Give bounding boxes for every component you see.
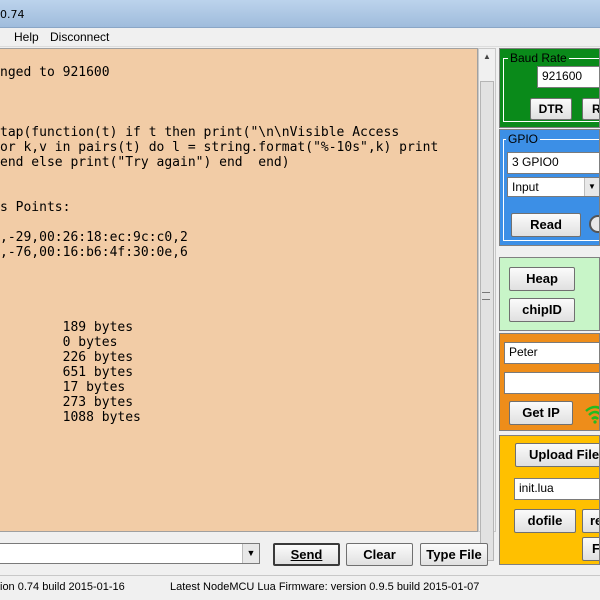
gpio-label: GPIO — [506, 132, 541, 146]
terminal-line: nged to 921600 — [0, 65, 110, 80]
terminal-line: 1088 bytes — [0, 410, 141, 425]
title-bar: 0.74 — [0, 0, 600, 28]
menu-disconnect[interactable]: Disconnect — [50, 30, 109, 44]
terminal-horizontal-scrollbar[interactable] — [0, 532, 478, 540]
app-window: 0.74 Help Disconnect nged to 921600 tap(f… — [0, 0, 600, 600]
terminal-line: tap(function(t) if t then print("\n\nVis… — [0, 125, 400, 140]
command-history-dropdown-icon[interactable]: ▼ — [242, 544, 259, 563]
filename-field[interactable]: init.lua — [514, 478, 599, 500]
window-title: 0.74 — [0, 8, 25, 21]
format-button[interactable]: F — [582, 537, 599, 561]
clear-button[interactable]: Clear — [346, 543, 413, 566]
scroll-thumb[interactable] — [480, 81, 494, 561]
get-ip-button[interactable]: Get IP — [509, 401, 573, 425]
menu-help[interactable]: Help — [14, 30, 39, 44]
wifi-panel: Peter Get IP — [499, 333, 600, 431]
upload-file-button[interactable]: Upload File. — [515, 443, 599, 467]
terminal-line: ,-29,00:26:18:ec:9c:c0,2 — [0, 230, 188, 245]
terminal-line: 273 bytes — [0, 395, 134, 410]
terminal-line: end else print("Try again") end end) — [0, 155, 290, 170]
type-file-button[interactable]: Type File — [420, 543, 488, 566]
dtr-button[interactable]: DTR — [530, 98, 572, 120]
terminal-line: ,-76,00:16:b6:4f:30:0e,6 — [0, 245, 188, 260]
gpio-state-icon — [589, 215, 599, 233]
terminal-line: 651 bytes — [0, 365, 134, 380]
chipid-button[interactable]: chipID — [509, 298, 575, 322]
gpio-panel: GPIO 3 GPIO0 Input ▼ Read — [499, 129, 600, 246]
wifi-icon — [584, 402, 599, 424]
gpio-mode-value: Input — [512, 180, 539, 194]
terminal-line: s Points: — [0, 200, 71, 215]
menu-bar: Help Disconnect — [0, 28, 600, 47]
remove-button[interactable]: re — [582, 509, 599, 533]
file-panel: Upload File. init.lua dofile re F — [499, 435, 600, 565]
heap-panel: Heap chipID — [499, 257, 600, 331]
heap-button[interactable]: Heap — [509, 267, 575, 291]
status-bar: ion 0.74 build 2015-01-16 Latest NodeMCU… — [0, 575, 600, 600]
send-label: Send — [290, 547, 323, 562]
command-input[interactable]: ▼ — [0, 543, 260, 564]
status-version: ion 0.74 build 2015-01-16 — [0, 581, 125, 593]
gpio-pin-field[interactable]: 3 GPIO0 — [507, 152, 599, 174]
gpio-read-button[interactable]: Read — [511, 213, 581, 237]
terminal-vertical-scrollbar[interactable]: ▲ — [478, 48, 496, 561]
ssid-field[interactable]: Peter — [504, 342, 599, 364]
terminal-line: 226 bytes — [0, 350, 134, 365]
baud-rate-field[interactable]: 921600 — [537, 66, 599, 88]
scroll-grip-icon — [482, 292, 490, 300]
terminal-line: 189 bytes — [0, 320, 134, 335]
scroll-up-icon[interactable]: ▲ — [479, 49, 495, 65]
terminal-line: or k,v in pairs(t) do l = string.format(… — [0, 140, 439, 155]
send-button[interactable]: Send — [273, 543, 340, 566]
status-firmware: Latest NodeMCU Lua Firmware: version 0.9… — [170, 581, 480, 593]
baud-rate-panel: Baud Rate 921600 DTR R — [499, 48, 600, 128]
terminal-output[interactable]: nged to 921600 tap(function(t) if t then … — [0, 48, 478, 532]
terminal-line: 0 bytes — [0, 335, 118, 350]
gpio-mode-select[interactable]: Input ▼ — [507, 177, 599, 197]
terminal-line: 17 bytes — [0, 380, 126, 395]
baud-rate-label: Baud Rate — [508, 51, 569, 65]
dofile-button[interactable]: dofile — [514, 509, 576, 533]
rts-button[interactable]: R — [582, 98, 599, 120]
password-field[interactable] — [504, 372, 599, 394]
gpio-mode-dropdown-icon[interactable]: ▼ — [584, 178, 599, 196]
